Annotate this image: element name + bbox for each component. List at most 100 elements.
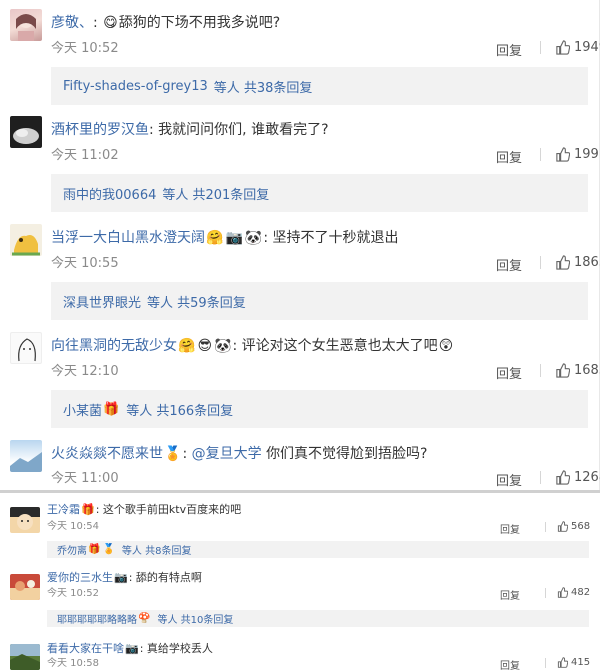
like-button[interactable]: 1949 [540, 40, 600, 55]
reply-summary[interactable]: 耶耶耶耶耶略略略 🍄 等人 共10条回复 [47, 610, 589, 627]
gift-badge-icon: 🎁 [88, 544, 101, 555]
reply-summary-user[interactable]: 雨中的我00664 [63, 184, 156, 203]
emoji-icon: 😋 [103, 15, 118, 31]
comment-time: 今天 10:55 [51, 256, 119, 271]
like-count: 1949 [574, 40, 600, 55]
reply-summary[interactable]: Fifty-shades-of-grey13 等人 共38条回复 [51, 67, 588, 105]
comment-item: 当浮一大白山黑水澄天阔🤗 📷 🐼: 坚持不了十秒就退出 今天 10:55 回复 18… [0, 224, 600, 320]
reply-button[interactable]: 回复 [496, 255, 522, 274]
comment-text: 我就问问你们, 谁敢看完了? [158, 122, 329, 138]
thumbs-up-icon [557, 521, 568, 532]
like-button[interactable]: 568 [545, 521, 590, 532]
sunglasses-badge-icon: 😎 [197, 338, 213, 354]
divider [545, 657, 546, 668]
reply-summary-user[interactable]: 深具世界眼光 [63, 292, 141, 311]
reply-summary-count[interactable]: 等人 共8条回复 [122, 542, 192, 557]
colon-separator: : [95, 503, 100, 516]
reply-summary-count[interactable]: 等人 共10条回复 [157, 611, 233, 626]
comment-item: 彦敬、: 😋舔狗的下场不用我多说吧? 今天 10:52 回复 1949 Fift… [0, 9, 600, 105]
comment-text: 舔狗的下场不用我多说吧? [118, 15, 281, 31]
like-button[interactable]: 1991 [540, 147, 600, 162]
colon-separator: : [182, 446, 188, 462]
avatar[interactable] [10, 507, 40, 533]
reply-summary-user[interactable]: 耶耶耶耶耶略略略 [57, 611, 137, 626]
avatar[interactable] [10, 644, 40, 670]
colon-separator: : [139, 642, 144, 655]
comment-time: 今天 10:52 [47, 588, 99, 599]
like-button[interactable]: 415 [545, 657, 590, 668]
reply-summary-count[interactable]: 等人 共59条回复 [147, 292, 246, 311]
comment-time: 今天 10:58 [47, 658, 99, 669]
username-link[interactable]: 火炎焱燚不愿来世 [51, 446, 163, 462]
username-link[interactable]: 向往黑洞的无敌少女 [51, 338, 177, 354]
gift-badge-icon: 🎁 [81, 503, 95, 516]
reply-button[interactable]: 回复 [496, 470, 522, 489]
divider [540, 41, 541, 54]
avatar[interactable] [10, 9, 42, 41]
medal-badge-icon: 🏅 [102, 544, 115, 555]
surprised-emoji-icon: 😲 [438, 338, 454, 354]
comment-text: 你们真不觉得尬到捂脸吗? [266, 446, 428, 462]
camera-badge-icon: 📷 [125, 642, 139, 655]
avatar[interactable] [10, 224, 42, 256]
reply-summary[interactable]: 乔勿离 🎁 🏅 等人 共8条回复 [47, 541, 589, 558]
comment-line: 彦敬、: 😋舔狗的下场不用我多说吧? [51, 12, 280, 34]
avatar[interactable] [10, 574, 40, 600]
reply-button[interactable]: 回复 [496, 40, 522, 59]
like-count: 1268 [574, 470, 600, 485]
like-button[interactable]: 482 [545, 587, 590, 598]
reply-summary-count[interactable]: 等人 共38条回复 [214, 77, 313, 96]
comment-text: 真给学校丢人 [146, 642, 213, 655]
like-button[interactable]: 1685 [540, 363, 600, 378]
username-link[interactable]: 爱你的三水生 [47, 571, 113, 584]
thumbs-up-icon [556, 363, 570, 378]
reply-summary[interactable]: 雨中的我00664 等人 共201条回复 [51, 174, 588, 212]
colon-separator: : [263, 230, 269, 246]
reply-summary-user[interactable]: Fifty-shades-of-grey13 [63, 79, 208, 94]
comment-item: 看看大家在干啥📷: 真给学校丢人 今天 10:58 回复 415 [0, 640, 600, 671]
username-link[interactable]: 看看大家在干啥 [47, 642, 124, 655]
camera-badge-icon: 📷 [225, 230, 243, 246]
panda-badge-icon: 🐼 [244, 230, 263, 246]
thumbs-up-icon [557, 657, 568, 668]
reply-summary-user[interactable]: 小某菌 [63, 400, 102, 419]
reply-summary[interactable]: 小某菌 🎁 等人 共166条回复 [51, 390, 588, 428]
comment-list-large: 彦敬、: 😋舔狗的下场不用我多说吧? 今天 10:52 回复 1949 Fift… [0, 0, 600, 491]
gift-badge-icon: 🎁 [103, 401, 120, 417]
divider [545, 521, 546, 532]
reply-summary-count[interactable]: 等人 共201条回复 [162, 184, 269, 203]
reply-button[interactable]: 回复 [496, 363, 522, 382]
reply-button[interactable]: 回复 [500, 657, 520, 671]
username-link[interactable]: 彦敬、 [51, 15, 93, 31]
reply-summary-user[interactable]: 乔勿离 [57, 542, 87, 557]
mention-link[interactable]: @复旦大学 [192, 446, 262, 462]
username-link[interactable]: 王冷霜 [47, 503, 80, 516]
reply-summary-count[interactable]: 等人 共166条回复 [126, 400, 233, 419]
comment-line: 王冷霜🎁: 这个歌手前田ktv百度来的吧 [47, 502, 241, 518]
like-count: 1685 [574, 363, 600, 378]
comment-line: 看看大家在干啥📷: 真给学校丢人 [47, 641, 213, 657]
comment-text: 评论对这个女生恶意也太大了吧 [241, 338, 438, 354]
avatar[interactable] [10, 332, 42, 364]
like-count: 415 [571, 657, 591, 668]
divider [545, 587, 546, 598]
reply-button[interactable]: 回复 [496, 147, 522, 166]
avatar[interactable] [10, 440, 42, 472]
comment-item: 爱你的三水生📷: 舔的有特点啊 今天 10:52 回复 482 耶耶耶耶耶略略略… [0, 569, 600, 633]
like-button[interactable]: 1865 [540, 255, 600, 270]
avatar[interactable] [10, 116, 42, 148]
colon-separator: : [232, 338, 238, 354]
reply-button[interactable]: 回复 [500, 587, 520, 602]
fan-badge-icon: 🤗 [178, 338, 196, 354]
comment-text: 舔的有特点啊 [135, 571, 202, 584]
reply-button[interactable]: 回复 [500, 521, 520, 536]
medal-badge-icon: 🏅 [164, 446, 182, 462]
like-button[interactable]: 1268 [540, 470, 600, 485]
username-link[interactable]: 酒杯里的罗汉鱼 [51, 122, 149, 138]
comment-line: 火炎焱燚不愿来世🏅: @复旦大学 你们真不觉得尬到捂脸吗? [51, 443, 428, 465]
thumbs-up-icon [556, 40, 570, 55]
reply-summary[interactable]: 深具世界眼光 等人 共59条回复 [51, 282, 588, 320]
username-link[interactable]: 当浮一大白山黑水澄天阔 [51, 230, 205, 246]
divider [540, 471, 541, 484]
comment-line: 向往黑洞的无敌少女🤗 😎 🐼: 评论对这个女生恶意也太大了吧😲 [51, 335, 454, 357]
